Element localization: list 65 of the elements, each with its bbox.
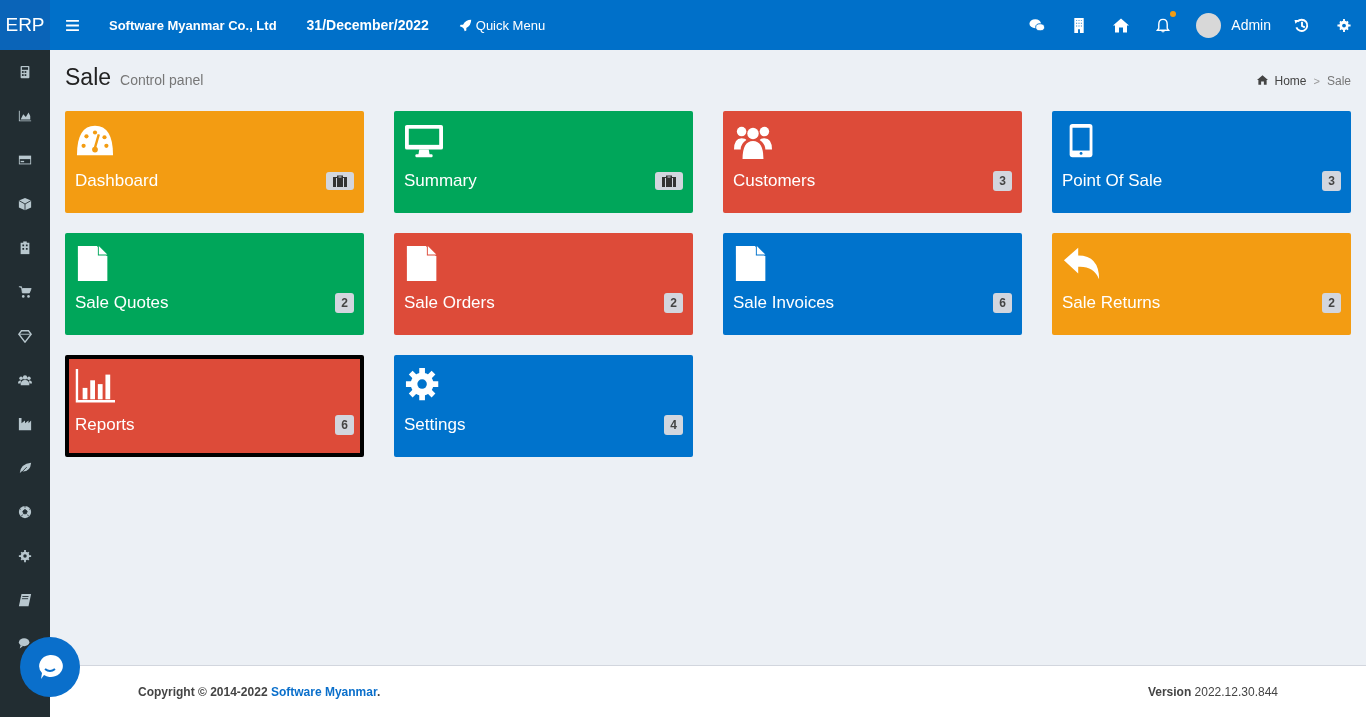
factory-icon[interactable]: [18, 417, 32, 431]
book-icon[interactable]: [18, 593, 32, 607]
tile-label: Point Of Sale: [1062, 171, 1163, 191]
cube-icon[interactable]: [18, 197, 32, 211]
calculator-icon[interactable]: [18, 65, 32, 79]
module-tile[interactable]: Settings 4: [394, 355, 693, 457]
bar-chart-icon: [75, 367, 115, 405]
tile-label: Dashboard: [75, 171, 159, 191]
module-tile[interactable]: Customers 3: [723, 111, 1022, 213]
tile-label: Sale Orders: [404, 293, 495, 313]
tile-label: Summary: [404, 171, 477, 191]
area-chart-icon[interactable]: [18, 109, 32, 123]
tile-label: Sale Invoices: [733, 293, 835, 313]
cart-icon[interactable]: [18, 285, 32, 299]
menu-icon[interactable]: [66, 19, 79, 31]
tile-label: Reports: [75, 415, 135, 435]
history-icon[interactable]: [1294, 17, 1310, 33]
copyright-text: Copyright © 2014-2022 Software Myanmar.: [138, 684, 381, 699]
avatar[interactable]: [1196, 12, 1222, 38]
briefcase-icon: [661, 175, 677, 187]
tile-label: Sale Quotes: [75, 293, 169, 313]
settings-icon[interactable]: [1336, 17, 1352, 33]
module-tile[interactable]: Sale Invoices 6: [723, 233, 1022, 335]
company-name: Software Myanmar Co., Ltd: [109, 17, 277, 33]
breadcrumb-separator: >: [1313, 75, 1320, 87]
home-icon: [1256, 75, 1268, 85]
app-logo[interactable]: ERP: [0, 0, 50, 50]
module-tile[interactable]: Sale Returns 2: [1052, 233, 1351, 335]
count-badge: 2: [664, 293, 683, 313]
module-tile[interactable]: Sale Quotes 2: [65, 233, 364, 335]
page-title: Sale: [65, 64, 112, 91]
version-text: Version 2022.12.30.844: [1147, 684, 1278, 699]
briefcase-icon: [332, 175, 348, 187]
home-icon[interactable]: [1113, 17, 1130, 33]
count-badge: 3: [993, 171, 1012, 191]
tile-label: Sale Returns: [1062, 293, 1161, 313]
chat-icon[interactable]: [1029, 17, 1046, 33]
leaf-icon[interactable]: [18, 461, 32, 475]
breadcrumb-link[interactable]: Sale: [1326, 74, 1351, 88]
page-subtitle: Control panel: [120, 72, 204, 88]
module-tile[interactable]: Reports 6: [65, 355, 364, 457]
count-badge: 3: [1322, 171, 1341, 191]
user-name[interactable]: Admin: [1231, 17, 1271, 33]
count-badge: 6: [993, 293, 1012, 313]
module-tile[interactable]: Point Of Sale 3: [1052, 111, 1351, 213]
company-link[interactable]: Software Myanmar: [270, 684, 377, 699]
gear-icon[interactable]: [18, 549, 32, 563]
building-icon[interactable]: [18, 241, 32, 255]
tile-label: Customers: [733, 171, 816, 191]
comments-icon[interactable]: [18, 637, 32, 651]
ball-icon[interactable]: [18, 505, 32, 519]
tile-label: Settings: [404, 415, 466, 435]
card-icon[interactable]: [18, 153, 32, 167]
count-badge: 2: [1322, 293, 1341, 313]
breadcrumb-link[interactable]: Home: [1274, 74, 1307, 88]
quick-menu-link[interactable]: Quick Menu: [458, 17, 546, 33]
diamond-icon[interactable]: [18, 329, 32, 343]
module-tile[interactable]: Sale Orders 2: [394, 233, 693, 335]
users-icon[interactable]: [18, 373, 32, 387]
count-badge: 2: [335, 293, 354, 313]
rocket-icon: [458, 18, 472, 32]
count-badge: 6: [335, 415, 354, 435]
count-badge: 4: [664, 415, 683, 435]
date-text: 31/December/2022: [306, 17, 429, 33]
bell-icon[interactable]: [1155, 17, 1172, 33]
